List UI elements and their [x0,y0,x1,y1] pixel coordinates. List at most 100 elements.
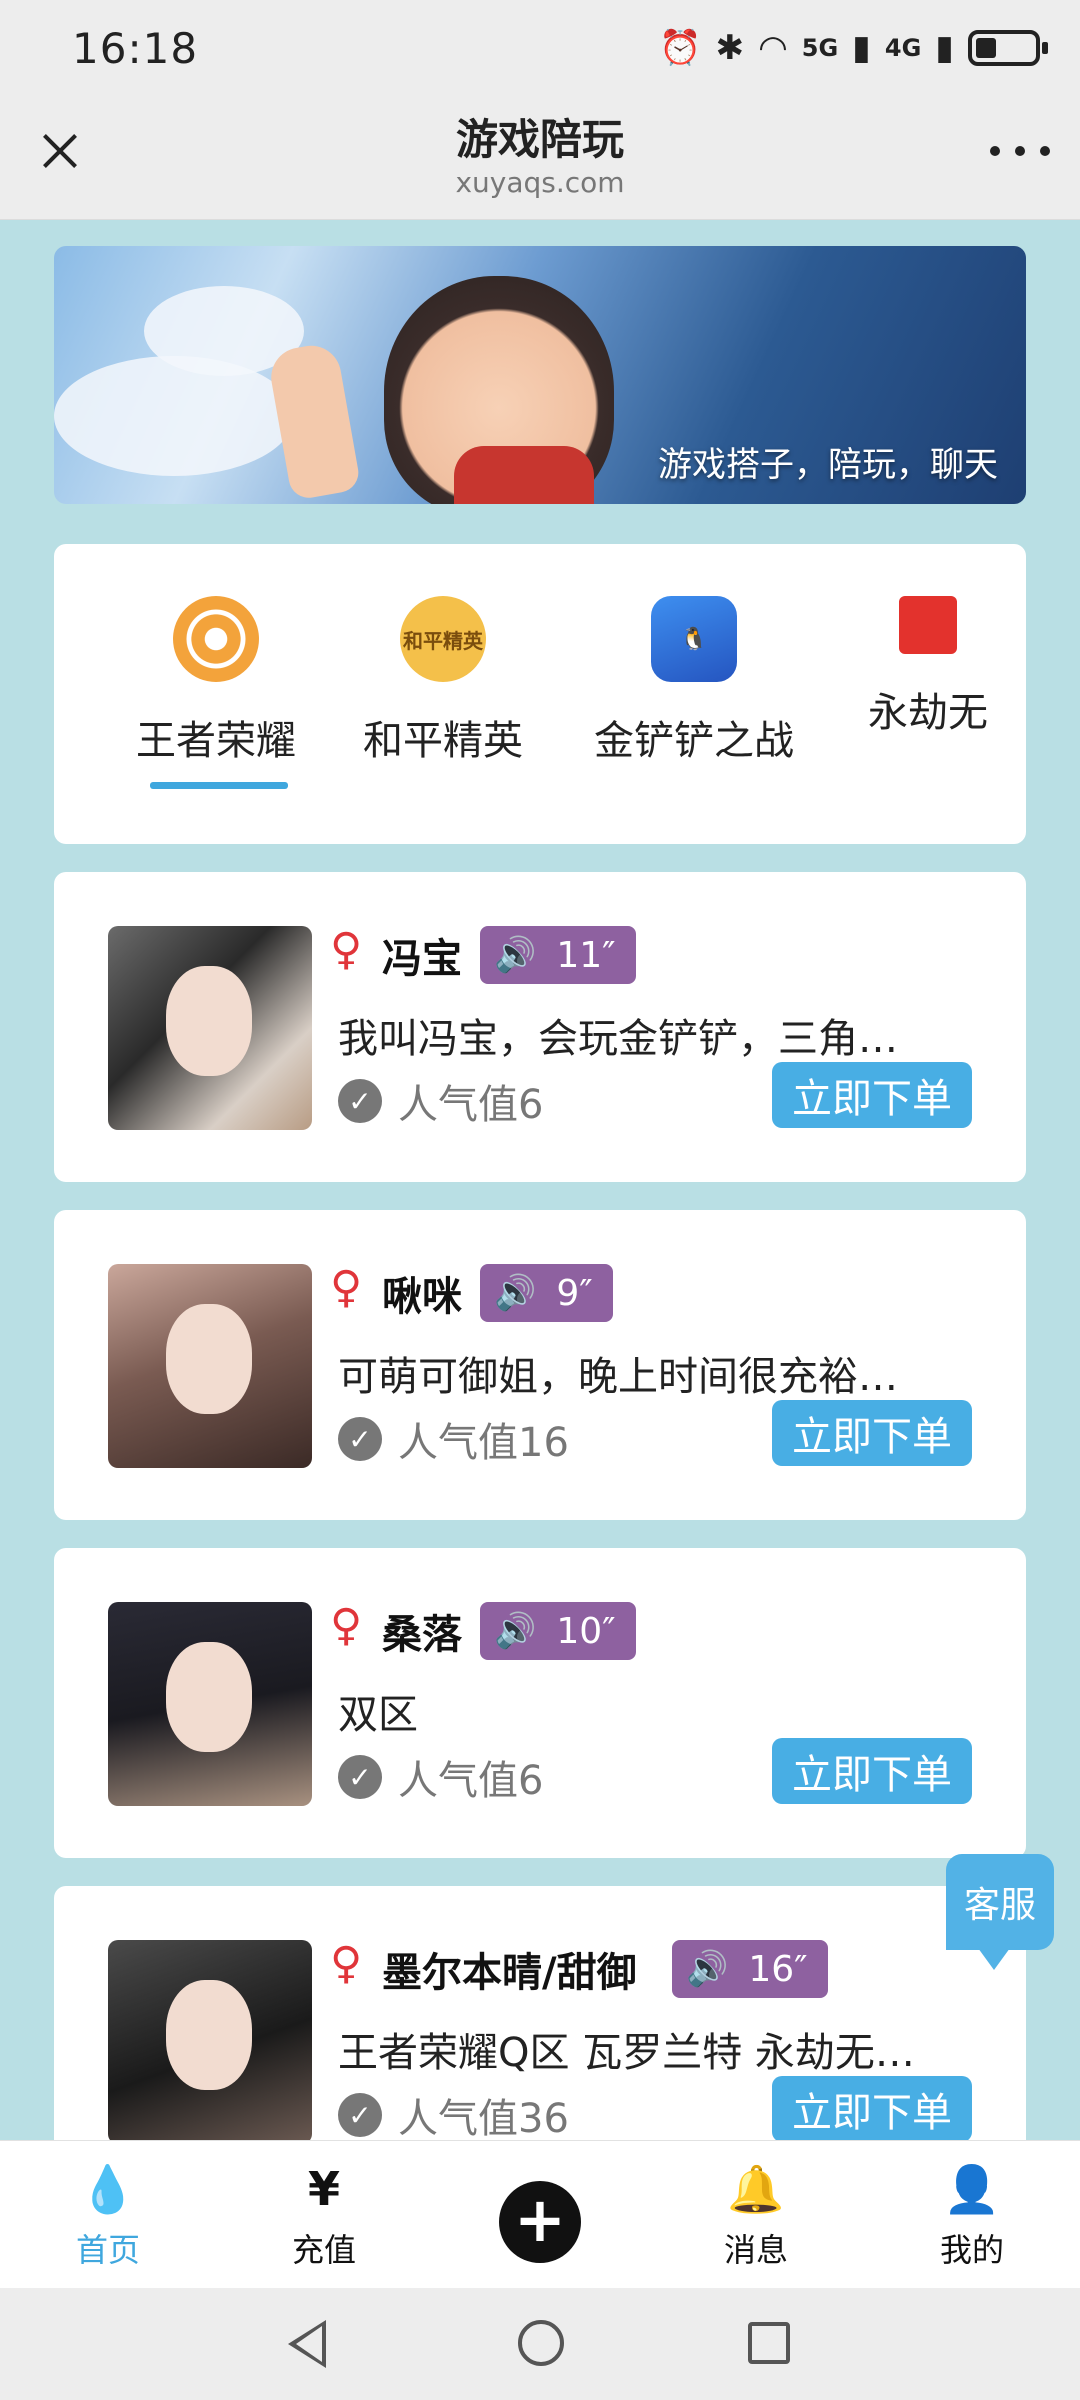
speaker-icon: 🔊 [494,1273,537,1313]
customer-service-button[interactable]: 客服 [946,1854,1054,1970]
player-name: 桑落 [382,1612,462,1658]
peace-elite-icon: 和平精英 [400,596,486,682]
avatar-face [166,966,252,1076]
promo-banner[interactable]: 游戏搭子，陪玩，聊天 [54,246,1026,504]
female-icon: ♀ [330,1600,363,1651]
avatar [108,1264,312,1468]
player-card[interactable]: ♀ 冯宝 🔊 11″ 我叫冯宝，会玩金铲铲，三角… ✓ 人气值6 立即下单 [54,872,1026,1182]
naraka-icon [899,596,957,654]
player-card[interactable]: ♀ 啾咪 🔊 9″ 可萌可御姐，晚上时间很充裕… ✓ 人气值16 立即下单 [54,1210,1026,1520]
signal-bars-icon: ▮ [935,28,954,68]
voice-duration: 9″ [556,1272,593,1314]
bluetooth-icon: ✱ [715,28,745,68]
order-now-button[interactable]: 立即下单 [772,1400,972,1466]
popularity-value: 人气值16 [398,1420,569,1466]
page-domain: xuyaqs.com [455,166,625,199]
yen-icon: ¥ [307,2162,340,2216]
nav-home[interactable]: 💧 首页 [38,2161,178,2271]
tab-label: 和平精英 [363,718,523,764]
tab-label: 永劫无 [868,690,988,736]
active-tab-indicator [150,782,288,789]
order-now-button[interactable]: 立即下单 [772,2076,972,2142]
player-description: 王者荣耀Q区 瓦罗兰特 永劫无… [338,2030,915,2076]
tab-label: 金铲铲之战 [594,718,794,764]
bell-icon: 🔔 [727,2162,785,2216]
popularity: ✓ 人气值6 [338,1748,543,1806]
female-icon: ♀ [330,1262,363,1313]
avatar [108,1602,312,1806]
player-description: 我叫冯宝，会玩金铲铲，三角… [338,1016,898,1062]
popularity-value: 人气值6 [398,1758,544,1804]
nav-mine[interactable]: 👤 我的 [902,2161,1042,2271]
battery-icon [968,30,1048,66]
order-now-button[interactable]: 立即下单 [772,1062,972,1128]
add-button[interactable]: + [499,2181,581,2263]
alarm-icon: ⏰ [659,28,702,68]
avatar-face [166,1304,252,1414]
back-icon[interactable] [288,2320,326,2368]
check-icon: ✓ [338,2093,382,2137]
avatar [108,926,312,1130]
popularity-value: 人气值6 [398,1082,544,1128]
cloud-decoration [54,356,294,476]
voice-duration: 10″ [556,1610,616,1652]
voice-intro-button[interactable]: 🔊 10″ [480,1602,636,1660]
player-card[interactable]: ♀ 桑落 🔊 10″ 双区 ✓ 人气值6 立即下单 [54,1548,1026,1858]
banner-character-hand [266,341,362,501]
voice-duration: 16″ [748,1948,808,1990]
avatar [108,1940,312,2144]
status-icons: ⏰ ✱ ◠ 5G ▮ 4G ▮ [659,28,1048,68]
nav-label: 首页 [75,2231,140,2269]
tab-golden-spatula[interactable]: 🐧 金铲铲之战 [588,596,800,766]
signal-4g-icon: 4G [884,34,922,62]
system-nav-bar [0,2288,1080,2400]
speaker-icon: 🔊 [494,935,537,975]
player-description: 双区 [338,1692,418,1738]
speaker-icon: 🔊 [494,1611,537,1651]
popularity: ✓ 人气值36 [338,2086,569,2144]
more-options-icon[interactable] [990,126,1050,176]
home-icon[interactable] [518,2320,564,2366]
player-name: 墨尔本晴/甜御 [382,1950,637,1996]
check-icon: ✓ [338,1079,382,1123]
tab-peace-elite[interactable]: 和平精英 和平精英 [358,596,528,766]
speaker-icon: 🔊 [686,1949,729,1989]
female-icon: ♀ [330,924,363,975]
honor-of-kings-icon [173,596,259,682]
nav-messages[interactable]: 🔔 消息 [686,2161,826,2271]
page-title: 游戏陪玩 [455,115,624,164]
check-icon: ✓ [338,1755,382,1799]
popularity: ✓ 人气值6 [338,1072,543,1130]
banner-character-jacket [454,446,594,504]
tab-honor-of-kings[interactable]: 王者荣耀 [136,596,296,766]
voice-intro-button[interactable]: 🔊 11″ [480,926,636,984]
voice-intro-button[interactable]: 🔊 16″ [672,1940,828,1998]
bottom-nav: 💧 首页 ¥ 充值 + 🔔 消息 👤 我的 [0,2140,1080,2288]
avatar-face [166,1642,252,1752]
female-icon: ♀ [330,1938,363,1989]
status-time: 16:18 [72,23,199,73]
flame-icon: 💧 [79,2162,137,2216]
golden-spatula-icon: 🐧 [651,596,737,682]
tab-naraka[interactable]: 永劫无 [858,596,998,738]
banner-caption: 游戏搭子，陪玩，聊天 [658,445,998,485]
player-name: 冯宝 [382,936,462,982]
app-header: 游戏陪玩 xuyaqs.com [0,96,1080,220]
avatar-face [166,1980,252,2090]
game-category-tabs: 王者荣耀 和平精英 和平精英 🐧 金铲铲之战 永劫无 [54,544,1026,844]
nav-label: 我的 [939,2231,1004,2269]
check-icon: ✓ [338,1417,382,1461]
voice-duration: 11″ [556,934,616,976]
signal-bars-icon: ▮ [852,28,871,68]
order-now-button[interactable]: 立即下单 [772,1738,972,1804]
user-icon: 👤 [943,2162,1001,2216]
nav-label: 消息 [723,2231,788,2269]
tab-label: 王者荣耀 [136,718,296,764]
voice-intro-button[interactable]: 🔊 9″ [480,1264,613,1322]
player-card[interactable]: ♀ 墨尔本晴/甜御 🔊 16″ 王者荣耀Q区 瓦罗兰特 永劫无… ✓ 人气值36… [54,1886,1026,2146]
status-bar: 16:18 ⏰ ✱ ◠ 5G ▮ 4G ▮ [0,0,1080,96]
recent-apps-icon[interactable] [748,2322,790,2364]
popularity-value: 人气值36 [398,2096,569,2142]
nav-recharge[interactable]: ¥ 充值 [254,2161,394,2271]
popularity: ✓ 人气值16 [338,1410,569,1468]
